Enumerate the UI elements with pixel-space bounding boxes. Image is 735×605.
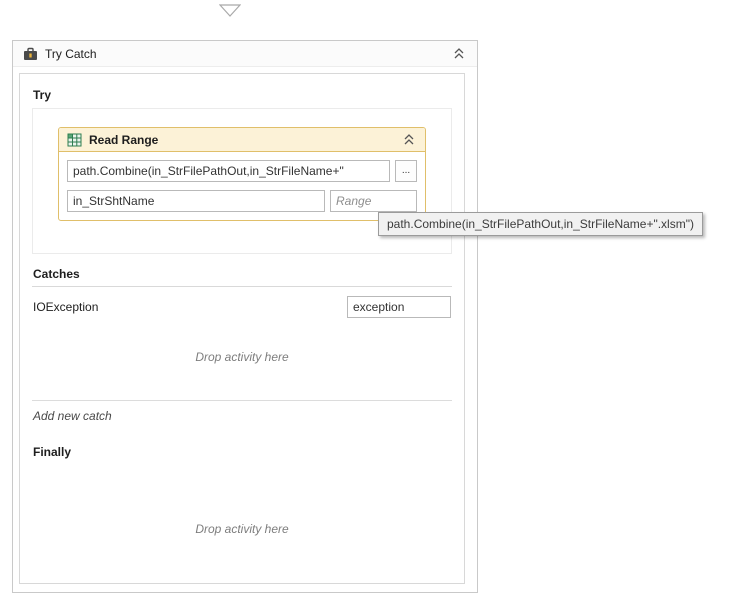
catch-exception-type[interactable]: IOException [33, 300, 98, 314]
try-catch-title: Try Catch [45, 46, 97, 61]
excel-grid-icon [67, 133, 82, 147]
sheet-name-input[interactable] [67, 190, 325, 212]
try-catch-activity[interactable]: Try Catch Try Read Range path.Combine(in… [12, 40, 478, 593]
catch-drop-area[interactable]: Drop activity here [32, 318, 452, 396]
tooltip-text: path.Combine(in_StrFilePathOut,in_StrFil… [387, 217, 694, 231]
try-catch-icon [23, 47, 38, 61]
read-range-body: ... [59, 152, 425, 220]
drop-hint: Drop activity here [195, 522, 289, 536]
browse-button[interactable]: ... [395, 160, 417, 182]
catches-section-label: Catches [33, 267, 80, 281]
try-catch-body: Try Read Range path.Combine(in_StrFilePa… [19, 73, 465, 584]
add-new-catch-link[interactable]: Add new catch [33, 409, 451, 423]
finally-drop-area[interactable]: Drop activity here [32, 465, 452, 583]
collapse-triangle-icon[interactable] [218, 4, 242, 17]
range-input[interactable] [330, 190, 417, 212]
catches-section-header: Catches [32, 267, 452, 287]
read-range-title: Read Range [89, 132, 159, 147]
read-range-collapse-button[interactable] [401, 132, 417, 147]
drop-hint: Drop activity here [195, 350, 289, 364]
workbook-path-input[interactable] [67, 160, 390, 182]
divider [32, 400, 452, 401]
read-range-header[interactable]: Read Range [59, 128, 425, 152]
finally-section-label: Finally [33, 445, 72, 459]
read-range-activity[interactable]: Read Range ... [58, 127, 426, 221]
exception-variable-input[interactable] [347, 296, 451, 318]
expression-tooltip: path.Combine(in_StrFilePathOut,in_StrFil… [378, 212, 703, 236]
try-catch-header[interactable]: Try Catch [13, 41, 477, 67]
try-section-label: Try [33, 88, 52, 102]
designer-canvas: Try Catch Try Read Range path.Combine(in… [0, 0, 735, 605]
try-catch-collapse-button[interactable] [451, 46, 467, 61]
catch-row: IOException [33, 296, 451, 318]
